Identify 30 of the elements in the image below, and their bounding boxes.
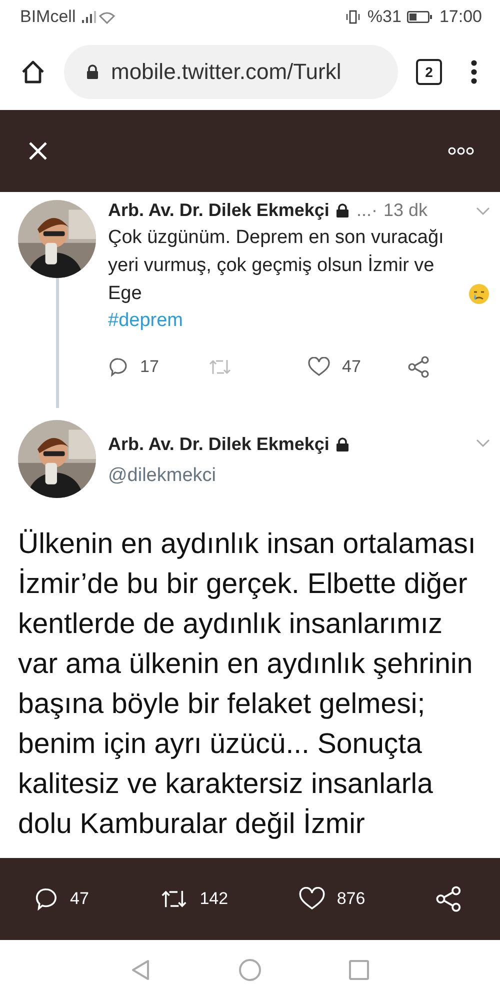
vibrate-icon [345,10,362,24]
tweet-text: Çok üzgünüm. Deprem en son vuracağı yeri vurmuş, çok geçmiş olsun İzmir ve Ege [108,226,445,306]
tweet-time: 13 dk [383,200,428,221]
share-icon[interactable] [436,886,462,912]
crying-face-icon [468,283,490,305]
url-text: mobile.twitter.com/Turkl [111,59,342,85]
address-bar[interactable]: mobile.twitter.com/Turkl [64,45,398,99]
author-handle[interactable]: @dilekmekci [108,465,350,487]
signal-icon [82,10,116,24]
lock-icon [86,64,99,80]
more-icon[interactable] [448,147,474,155]
lock-icon [335,203,350,218]
battery-icon [407,11,434,23]
like-count: 876 [336,889,366,909]
close-icon[interactable] [28,141,48,161]
author-name[interactable]: Arb. Av. Dr. Dilek Ekmekçi [108,434,330,455]
tweet-text: Ülkenin en aydınlık insan ortalaması İzmir’de bu bir gerçek. Elbette diğer kentlerde de aydınlık insanlarımız var ama ülkenin en aydınlık şehrinin başına böyle bir felaket gelmesi; benim için ayrı üzücü... Sonuçta kalitesiz ve karaktersiz insanlarla dolu Kamburalar değil İzmir [18,527,477,842]
carrier-name: BIMcell [20,7,76,27]
reply-count: 47 [70,889,89,909]
author-name[interactable]: Arb. Av. Dr. Dilek Ekmekçi [108,200,330,221]
lock-icon [335,437,350,452]
reply-count: 17 [140,357,159,377]
battery-percent: %31 [367,7,402,27]
retweet-count: 142 [200,889,228,909]
clock: 17:00 [439,7,482,27]
like-count: 47 [342,357,361,377]
name-ellipsis: ...· [356,200,378,221]
home-icon[interactable] [20,59,46,85]
menu-icon[interactable] [470,59,478,85]
tab-count[interactable]: 2 [416,59,442,85]
